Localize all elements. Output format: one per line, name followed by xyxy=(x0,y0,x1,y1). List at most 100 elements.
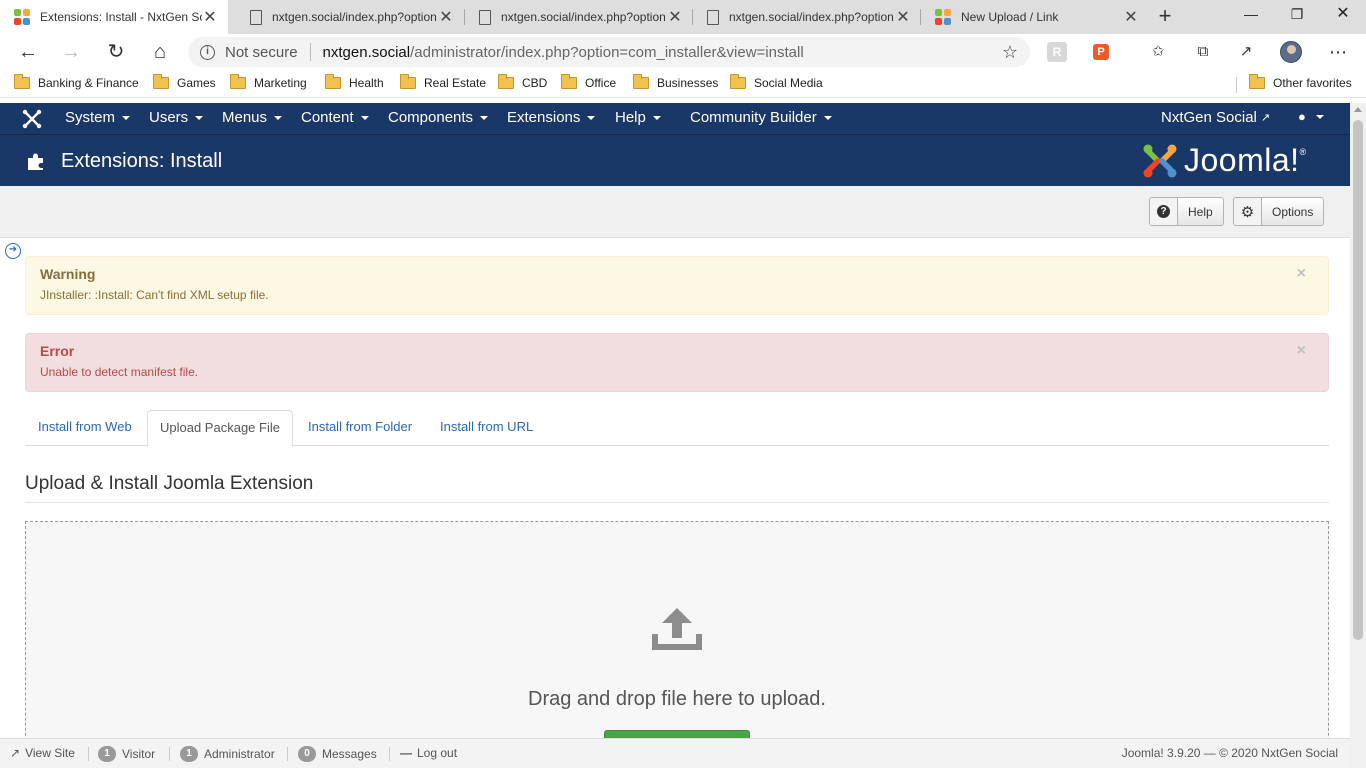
tab-new-upload[interactable]: New Upload / Link ✕ xyxy=(921,0,1149,34)
new-tab-button[interactable]: + xyxy=(1152,4,1178,30)
bookmark-folder[interactable]: Banking & Finance xyxy=(14,74,139,90)
profile-avatar[interactable] xyxy=(1280,41,1302,63)
menu-content[interactable]: Content xyxy=(301,109,369,126)
bookmark-folder[interactable]: Health xyxy=(325,74,384,90)
bookmark-folder[interactable]: CBD xyxy=(498,74,547,90)
close-icon[interactable]: ✕ xyxy=(667,7,683,27)
tab-nxtgen-2[interactable]: nxtgen.social/index.php?option ✕ xyxy=(465,0,693,34)
favorites-bar: Banking & Finance Games Marketing Health… xyxy=(0,70,1366,98)
scroll-up-icon[interactable] xyxy=(1354,107,1362,112)
bookmark-label: Banking & Finance xyxy=(38,76,139,90)
menu-help[interactable]: Help xyxy=(615,109,661,126)
view-site-link[interactable]: ↗ View Site xyxy=(10,746,75,760)
bookmark-label: Social Media xyxy=(754,76,823,90)
bookmark-folder[interactable]: Businesses xyxy=(633,74,718,90)
alert-message: Unable to detect manifest file. xyxy=(40,365,199,379)
bookmark-folder[interactable]: Real Estate xyxy=(400,74,486,90)
caret-down-icon xyxy=(823,115,832,120)
close-icon[interactable]: ✕ xyxy=(1123,7,1139,27)
info-icon[interactable]: i xyxy=(200,44,215,60)
page-scrollbar[interactable] xyxy=(1350,103,1366,768)
page-header: Extensions: Install Joomla! ® xyxy=(0,134,1350,186)
bookmark-label: Office xyxy=(585,76,617,90)
help-button[interactable]: ? Help xyxy=(1149,197,1224,226)
bookmark-label: Marketing xyxy=(254,76,307,90)
bookmark-divider xyxy=(1236,77,1237,93)
status-divider xyxy=(287,747,288,761)
question-icon: ? xyxy=(1150,198,1178,225)
admins-count[interactable]: 1 Administrator xyxy=(180,746,275,762)
tab-upload-package-file[interactable]: Upload Package File xyxy=(147,410,293,447)
messages-count[interactable]: 0 Messages xyxy=(298,746,377,762)
tab-install-from-folder[interactable]: Install from Folder xyxy=(296,410,424,446)
bookmark-folder[interactable]: Games xyxy=(153,74,216,90)
menu-label: System xyxy=(65,109,116,126)
favorites-icon[interactable]: ✩ xyxy=(1148,42,1168,62)
collections-icon[interactable]: ⧉ xyxy=(1193,42,1213,62)
close-icon[interactable]: × xyxy=(1297,265,1306,283)
joomla-brand-logo: Joomla! ® xyxy=(1142,142,1306,179)
options-button[interactable]: ⚙ Options xyxy=(1233,197,1325,226)
tab-nxtgen-3[interactable]: nxtgen.social/index.php?option ✕ xyxy=(693,0,921,34)
menu-label: Extensions xyxy=(507,109,581,126)
refresh-icon[interactable]: ↻ xyxy=(101,37,131,67)
bookmark-folder[interactable]: Marketing xyxy=(230,74,307,90)
external-link-icon: ↗ xyxy=(1260,112,1271,124)
admin-status-bar: ↗ View Site 1 Visitor 1 Administrator 0 Mess… xyxy=(0,738,1350,768)
joomla-menu-icon[interactable] xyxy=(22,109,42,129)
page-icon xyxy=(707,9,719,25)
drop-zone[interactable]: Drag and drop file here to upload. Brows… xyxy=(25,521,1329,768)
tab-install-from-url[interactable]: Install from URL xyxy=(428,410,545,446)
close-icon[interactable]: ✕ xyxy=(202,7,218,27)
bookmark-folder[interactable]: Social Media xyxy=(730,74,823,90)
caret-down-icon xyxy=(652,115,661,120)
caret-down-icon xyxy=(1315,114,1324,119)
view-site-label: View Site xyxy=(25,746,75,760)
bookmark-folder[interactable]: Office xyxy=(561,74,617,90)
user-menu[interactable]: ● xyxy=(1298,109,1324,124)
close-icon[interactable]: × xyxy=(1297,342,1306,360)
menu-menus[interactable]: Menus xyxy=(222,109,283,126)
restore-icon[interactable]: ❐ xyxy=(1274,0,1320,30)
menu-label: Help xyxy=(615,109,646,126)
caret-down-icon xyxy=(122,115,131,120)
tab-extensions-install[interactable]: Extensions: Install - NxtGen Social ✕ xyxy=(0,0,228,34)
menu-extensions[interactable]: Extensions xyxy=(507,109,596,126)
back-icon[interactable]: ← xyxy=(13,37,43,67)
logout-label: Log out xyxy=(417,746,458,760)
alert-heading: Warning xyxy=(40,266,96,282)
menu-label: Content xyxy=(301,109,354,126)
caret-down-icon xyxy=(195,115,204,120)
registered-mark: ® xyxy=(1299,146,1307,157)
window-close-icon[interactable]: ✕ xyxy=(1320,0,1366,30)
minimize-icon[interactable]: — xyxy=(1228,0,1274,30)
menu-system[interactable]: System xyxy=(65,109,131,126)
tab-install-from-web[interactable]: Install from Web xyxy=(26,410,144,446)
extension-p-icon[interactable]: P xyxy=(1093,44,1109,60)
extension-r-icon[interactable]: R xyxy=(1047,42,1067,62)
user-icon: ● xyxy=(1298,109,1306,124)
heading-divider xyxy=(25,502,1329,503)
menu-components[interactable]: Components xyxy=(388,109,489,126)
caret-down-icon xyxy=(587,115,596,120)
logout-link[interactable]: — Log out xyxy=(400,746,457,760)
sidebar-toggle-icon[interactable]: ➜ xyxy=(5,243,21,259)
share-icon[interactable]: ↗ xyxy=(1236,42,1256,62)
scrollbar-thumb[interactable] xyxy=(1353,120,1363,640)
tab-nxtgen-1[interactable]: nxtgen.social/index.php?option ✕ xyxy=(236,0,464,34)
menu-label: Community Builder xyxy=(690,109,817,126)
favorite-star-icon[interactable]: ☆ xyxy=(1002,42,1018,63)
home-icon[interactable]: ⌂ xyxy=(145,37,175,67)
more-menu-icon[interactable]: ⋯ xyxy=(1328,42,1348,62)
visitors-count[interactable]: 1 Visitor xyxy=(98,746,155,762)
forward-icon[interactable]: → xyxy=(56,37,86,67)
other-favorites[interactable]: Other favorites xyxy=(1249,74,1352,90)
bookmark-label: Other favorites xyxy=(1273,76,1352,90)
close-icon[interactable]: ✕ xyxy=(438,7,454,27)
menu-community-builder[interactable]: Community Builder xyxy=(690,109,832,126)
address-bar[interactable]: i Not secure nxtgen.social/administrator… xyxy=(188,37,1030,67)
menu-users[interactable]: Users xyxy=(149,109,204,126)
close-icon[interactable]: ✕ xyxy=(895,7,911,27)
footer-copyright: Joomla! 3.9.20 — © 2020 NxtGen Social xyxy=(1121,746,1338,760)
site-link[interactable]: NxtGen Social ↗ xyxy=(1161,109,1270,126)
